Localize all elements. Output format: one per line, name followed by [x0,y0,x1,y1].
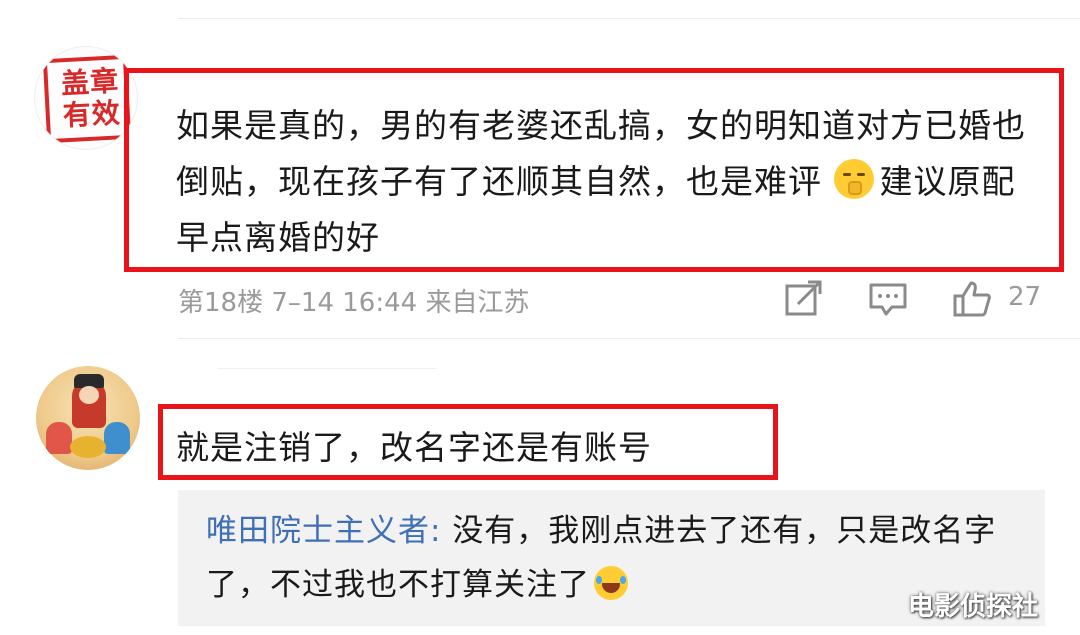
thread-divider [218,368,436,369]
laughing-tears-emoji-icon [594,566,628,600]
seal-stamp-lettering: 盖章 有效 [60,64,122,133]
comment-divider [178,338,1080,339]
comment-2-text: 就是注销了，改名字还是有账号 [176,428,652,467]
floor-label: 第18楼 [178,288,264,318]
comment-1-meta: 第18楼 7–14 16:44 来自江苏 [178,282,529,319]
comment-1-text: 如果是真的，男的有老婆还乱搞，女的明知道对方已婚也倒贴，现在孩子有了还顺其自然，… [176,98,1046,266]
comment-location: 来自江苏 [425,288,530,318]
shushing-face-emoji-icon [833,159,874,199]
share-icon[interactable] [784,280,824,318]
watermark: 电影侦探社 [908,592,1039,622]
comment-icon[interactable] [868,280,908,318]
comment-time: 7–14 16:44 [271,288,418,318]
thumbs-up-icon[interactable] [952,280,992,318]
reply-separator: : [430,513,453,549]
top-divider [178,18,1080,19]
user-avatar-illustration[interactable] [36,366,140,470]
like-count: 27 [1008,282,1042,312]
seal-stamp-image: 盖章 有效 [42,54,132,144]
user-avatar-seal[interactable]: 盖章 有效 [34,46,138,150]
reply-author-link[interactable]: 唯田院士主义者 [206,513,430,549]
